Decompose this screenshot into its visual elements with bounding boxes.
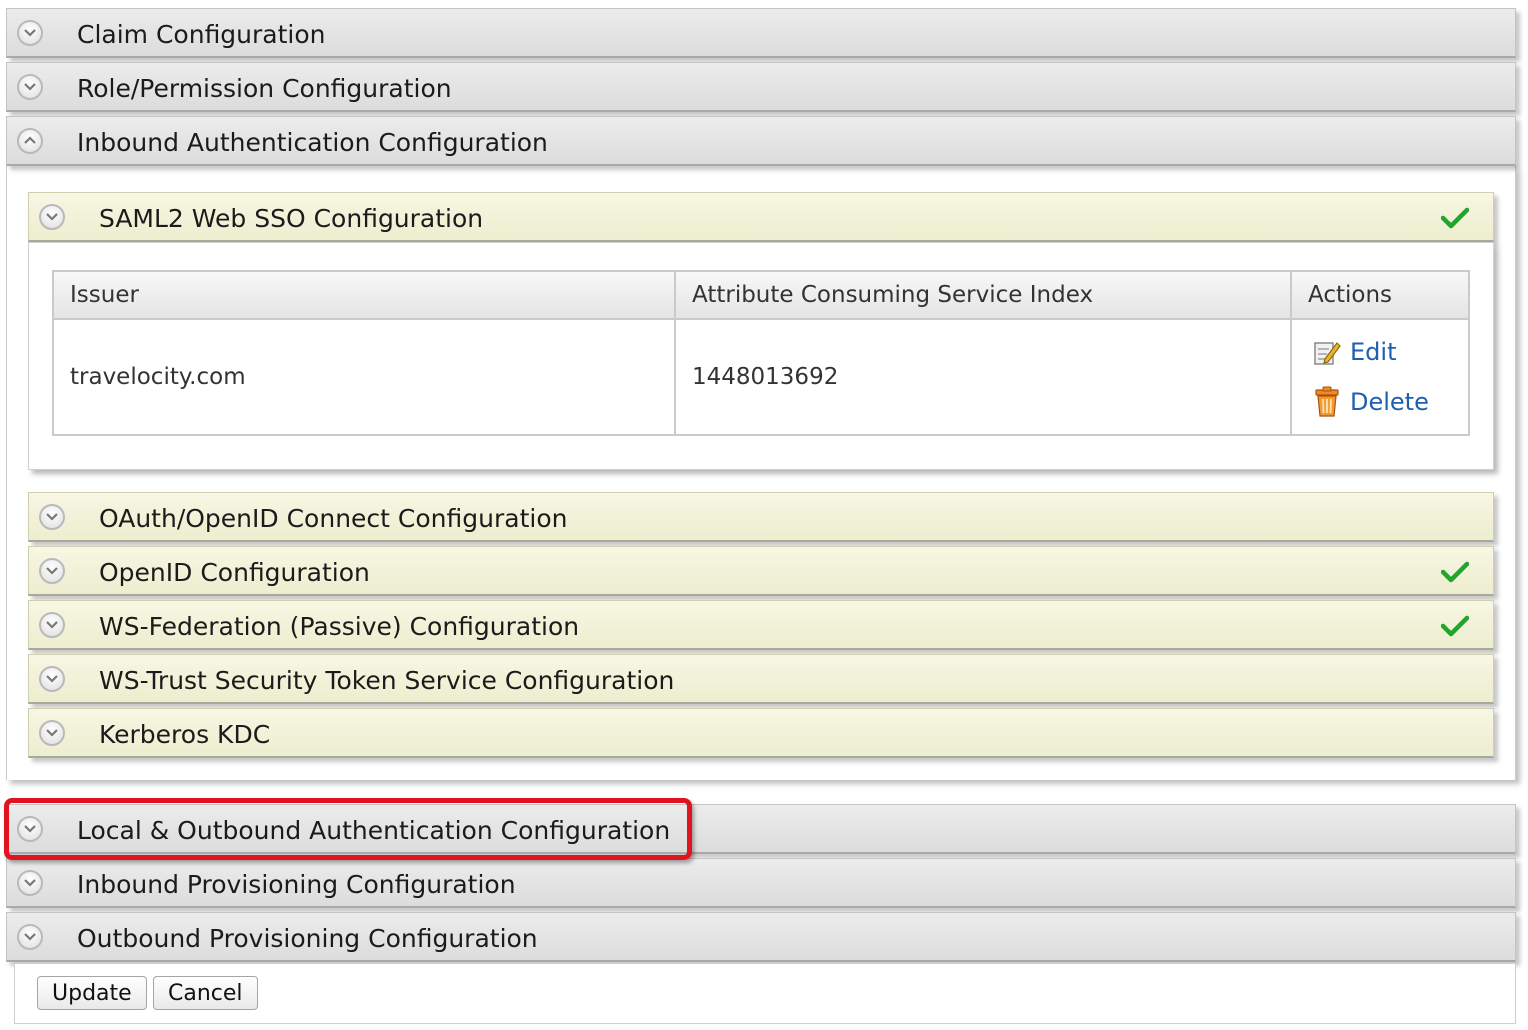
table-row: travelocity.com 1448013692 Edit Delete [52, 318, 1470, 436]
subsection-title: Kerberos KDC [99, 720, 271, 749]
section-title: Inbound Authentication Configuration [77, 128, 548, 157]
chevron-down-icon[interactable] [17, 74, 43, 100]
subsection-header-wstrust[interactable]: WS-Trust Security Token Service Configur… [28, 654, 1494, 704]
trash-icon [1315, 386, 1339, 417]
section-title: Local & Outbound Authentication Configur… [77, 816, 671, 845]
chevron-down-icon[interactable] [39, 558, 65, 584]
section-title: Role/Permission Configuration [77, 74, 452, 103]
chevron-down-icon[interactable] [39, 504, 65, 530]
chevron-down-icon[interactable] [39, 612, 65, 638]
section-title: Outbound Provisioning Configuration [77, 924, 538, 953]
chevron-down-icon[interactable] [17, 816, 43, 842]
subsection-header-wsfed[interactable]: WS-Federation (Passive) Configuration [28, 600, 1494, 650]
section-header-inbound-prov[interactable]: Inbound Provisioning Configuration [6, 858, 1516, 908]
chevron-down-icon[interactable] [17, 924, 43, 950]
edit-icon [1314, 342, 1341, 365]
subsection-header-oauth[interactable]: OAuth/OpenID Connect Configuration [28, 492, 1494, 542]
section-title: Claim Configuration [77, 20, 326, 49]
subsection-title: OpenID Configuration [99, 558, 370, 587]
edit-label: Edit [1350, 338, 1397, 366]
column-header-actions: Actions [1290, 270, 1470, 320]
delete-label: Delete [1350, 388, 1429, 416]
cancel-button[interactable]: Cancel [153, 976, 258, 1010]
chevron-down-icon[interactable] [17, 20, 43, 46]
section-title: Inbound Provisioning Configuration [77, 870, 516, 899]
section-header-outbound-prov[interactable]: Outbound Provisioning Configuration [6, 912, 1516, 962]
subsection-header-openid[interactable]: OpenID Configuration [28, 546, 1494, 596]
subsection-header-saml2[interactable]: SAML2 Web SSO Configuration [28, 192, 1494, 242]
subsection-header-kerberos[interactable]: Kerberos KDC [28, 708, 1494, 758]
edit-link[interactable]: Edit [1292, 327, 1468, 377]
actions-cell: Edit Delete [1290, 318, 1470, 436]
column-header-index: Attribute Consuming Service Index [674, 270, 1292, 320]
section-header-local-outbound[interactable]: Local & Outbound Authentication Configur… [6, 804, 1516, 854]
checkmark-icon [1441, 207, 1469, 229]
subsection-title: OAuth/OpenID Connect Configuration [99, 504, 568, 533]
issuer-cell: travelocity.com [52, 318, 676, 436]
section-header-inbound-auth[interactable]: Inbound Authentication Configuration [6, 116, 1516, 166]
column-header-issuer: Issuer [52, 270, 676, 320]
chevron-down-icon[interactable] [17, 870, 43, 896]
chevron-up-icon[interactable] [17, 128, 43, 154]
section-header-role[interactable]: Role/Permission Configuration [6, 62, 1516, 112]
checkmark-icon [1441, 561, 1469, 583]
chevron-down-icon[interactable] [39, 720, 65, 746]
saml2-sp-table: Issuer Attribute Consuming Service Index… [52, 270, 1470, 436]
section-header-claim[interactable]: Claim Configuration [6, 8, 1516, 58]
delete-link[interactable]: Delete [1292, 377, 1468, 427]
subsection-title: WS-Trust Security Token Service Configur… [99, 666, 675, 695]
subsection-title: WS-Federation (Passive) Configuration [99, 612, 580, 641]
chevron-down-icon[interactable] [39, 666, 65, 692]
chevron-down-icon[interactable] [39, 204, 65, 230]
subsection-title: SAML2 Web SSO Configuration [99, 204, 484, 233]
update-button[interactable]: Update [37, 976, 147, 1010]
checkmark-icon [1441, 615, 1469, 637]
index-cell: 1448013692 [674, 318, 1292, 436]
